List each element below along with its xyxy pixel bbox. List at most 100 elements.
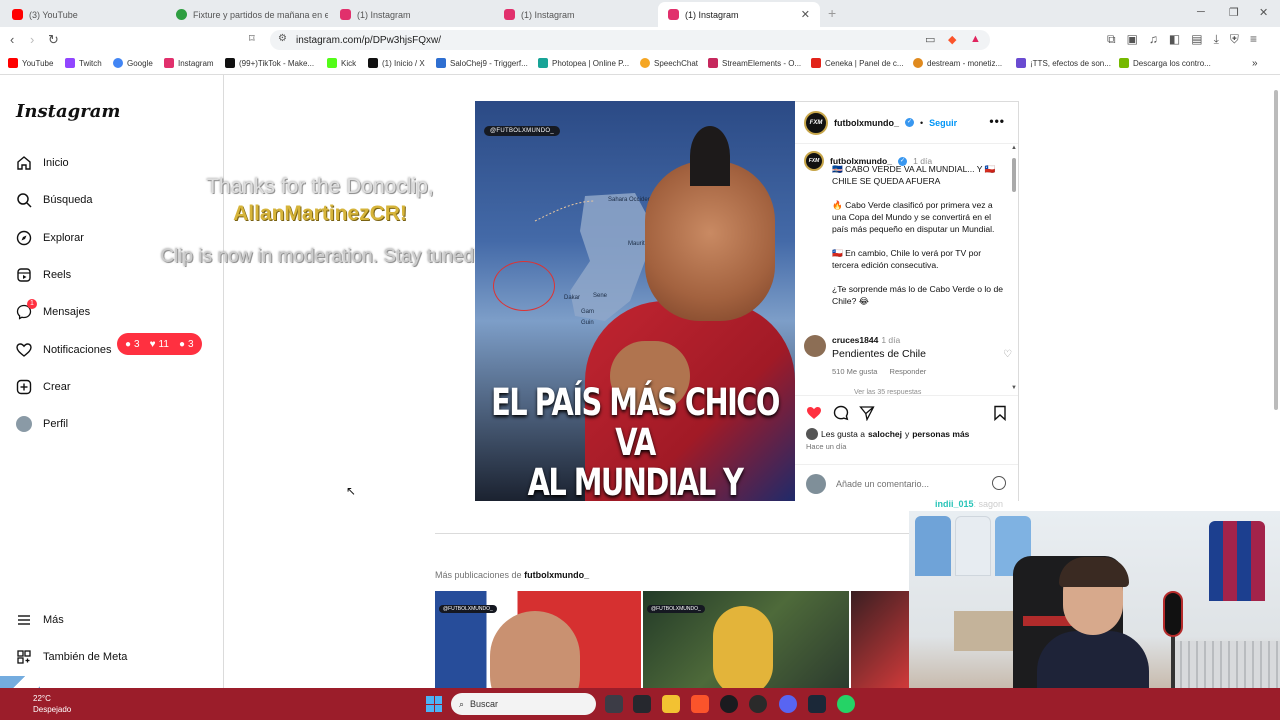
more-post-thumbnail[interactable]: @FUTBOLXMUNDO_ xyxy=(435,591,641,688)
sidebar-item-mensajes[interactable]: 1 Mensajes xyxy=(16,299,90,320)
sidebar-item-mas[interactable]: Más xyxy=(16,612,64,628)
bookmark-nvidia[interactable]: Descarga los contro... xyxy=(1119,58,1211,68)
file-explorer-icon[interactable] xyxy=(662,695,680,713)
bookmark-triggerfyre[interactable]: SaloChej9 - Triggerf... xyxy=(436,58,528,68)
commenter-avatar[interactable] xyxy=(804,335,826,357)
comments-count-value: 3 xyxy=(134,338,140,350)
comment-like-icon[interactable]: ♡ xyxy=(1003,349,1012,360)
wallet-icon[interactable]: ▣ xyxy=(1127,32,1138,47)
save-bookmark-icon[interactable] xyxy=(992,405,1008,421)
discord-icon[interactable] xyxy=(779,695,797,713)
bookmark-photopea[interactable]: Photopea | Online P... xyxy=(538,58,629,68)
bookmark-google[interactable]: Google xyxy=(113,58,153,68)
brave-shield-icon[interactable]: ◆ xyxy=(948,33,956,46)
taskbar-search[interactable]: ⌕ Buscar xyxy=(451,693,596,715)
new-tab-icon[interactable]: + xyxy=(828,5,836,21)
download-icon[interactable]: ⤓ xyxy=(1214,32,1219,47)
bookmark-youtube[interactable]: YouTube xyxy=(8,58,53,68)
bookmarks-overflow-icon[interactable]: » xyxy=(1252,58,1258,69)
bookmark-speechchat[interactable]: SpeechChat xyxy=(640,58,698,68)
sidebar-item-meta[interactable]: También de Meta xyxy=(16,649,127,665)
tab-instagram-2[interactable]: (1) Instagram xyxy=(494,2,656,27)
author-avatar-small[interactable]: FXM xyxy=(804,151,824,171)
tab-youtube[interactable]: (3) YouTube xyxy=(2,2,164,27)
back-icon[interactable]: ‹ xyxy=(10,33,14,46)
cast-icon[interactable]: ▭ xyxy=(925,33,935,46)
bookmark-icon[interactable]: ⌑ xyxy=(249,33,255,46)
forward-icon[interactable]: › xyxy=(30,33,34,46)
comment-icon[interactable] xyxy=(833,405,849,421)
whatsapp-icon[interactable] xyxy=(837,695,855,713)
chat-username: indii_015 xyxy=(935,499,974,509)
extensions-icon[interactable]: ⧉ xyxy=(1107,32,1116,47)
close-tab-icon[interactable]: ✕ xyxy=(801,8,810,21)
more-options-icon[interactable]: ••• xyxy=(989,114,1005,128)
menu-icon[interactable]: ≡ xyxy=(1250,32,1257,47)
site-info-icon[interactable]: ⚙ xyxy=(278,33,287,44)
liked-by-others[interactable]: personas más xyxy=(912,429,969,439)
maximize-icon[interactable]: ❐ xyxy=(1229,6,1239,19)
liked-by-user[interactable]: salochej xyxy=(868,429,902,439)
reply-button[interactable]: Responder xyxy=(890,367,927,376)
page-scrollbar-thumb[interactable] xyxy=(1274,90,1278,410)
sidebar-item-crear[interactable]: Crear xyxy=(16,379,71,395)
bookmark-twitch[interactable]: Twitch xyxy=(65,58,102,68)
more-posts-user[interactable]: futbolxmundo_ xyxy=(524,570,589,580)
author-avatar[interactable]: FXM xyxy=(804,110,828,135)
comment-likes[interactable]: 510 Me gusta xyxy=(832,367,877,376)
tab-instagram-active[interactable]: (1) Instagram ✕ xyxy=(658,2,820,27)
task-view-icon[interactable] xyxy=(605,695,623,713)
sidebar-item-explorar[interactable]: Explorar xyxy=(16,230,84,246)
bookmark-label: Descarga los contro... xyxy=(1133,58,1211,68)
instagram-logo[interactable]: Instagram xyxy=(16,101,120,122)
bookmark-kick[interactable]: Kick xyxy=(327,58,356,68)
sidebar-icon[interactable]: ◧ xyxy=(1169,32,1180,47)
share-icon[interactable] xyxy=(859,405,875,421)
sidebar-item-inicio[interactable]: Inicio xyxy=(16,155,69,171)
brave-browser-icon[interactable] xyxy=(691,695,709,713)
url-field[interactable]: ⚙ instagram.com/p/DPw3hjsFQxw/ ▭ ◆ ▲ xyxy=(270,30,990,50)
sidebar-item-reels[interactable]: Reels xyxy=(16,267,71,283)
brave-rewards-icon[interactable]: ▲ xyxy=(970,33,981,45)
scrollbar-thumb[interactable] xyxy=(1012,158,1016,192)
sidebar-item-perfil[interactable]: Perfil xyxy=(16,416,68,432)
app-icon[interactable] xyxy=(749,695,767,713)
like-heart-icon[interactable] xyxy=(806,405,822,421)
scroll-down-icon[interactable]: ▼ xyxy=(1011,385,1017,391)
weather-widget[interactable]: 22°C Despejado xyxy=(33,693,71,715)
emoji-icon[interactable] xyxy=(992,476,1006,490)
author-username[interactable]: futbolxmundo_ xyxy=(834,118,899,128)
wallet2-icon[interactable]: ▤ xyxy=(1191,32,1202,47)
follow-button[interactable]: Seguir xyxy=(929,118,957,128)
calculator-icon[interactable] xyxy=(633,695,651,713)
scroll-up-icon[interactable]: ▲ xyxy=(1011,145,1017,151)
sidebar-item-notificaciones[interactable]: Notificaciones xyxy=(16,342,111,358)
bookmark-instagram[interactable]: Instagram xyxy=(164,58,214,68)
add-comment-input[interactable]: Añade un comentario... xyxy=(836,479,929,489)
sidebar-item-label: Reels xyxy=(43,269,72,281)
tab-fixture[interactable]: Fixture y partidos de mañana en el F... xyxy=(166,2,328,27)
media-icon[interactable]: ♫ xyxy=(1149,32,1158,47)
bookmark-streamelements[interactable]: StreamElements - O... xyxy=(708,58,801,68)
more-post-thumbnail[interactable] xyxy=(851,591,911,688)
reload-icon[interactable]: ↻ xyxy=(48,33,59,46)
windows-start-icon[interactable] xyxy=(426,696,442,712)
comments-scrollbar[interactable]: ▲ ▼ xyxy=(1011,145,1017,393)
tab-instagram-1[interactable]: (1) Instagram xyxy=(330,2,492,27)
bookmark-x[interactable]: (1) Inicio / X xyxy=(368,58,425,68)
close-window-icon[interactable]: ✕ xyxy=(1259,6,1268,19)
steam-icon[interactable] xyxy=(808,695,826,713)
bookmark-ceneka[interactable]: Ceneka | Panel de c... xyxy=(811,58,904,68)
notifications-summary-pill[interactable]: ● 3 ♥ 11 ● 3 xyxy=(117,333,202,355)
bookmark-tts[interactable]: ¡TTS, efectos de son... xyxy=(1016,58,1111,68)
minimize-icon[interactable]: ─ xyxy=(1197,6,1205,18)
commenter-username[interactable]: cruces1844 1 día xyxy=(832,335,900,345)
obs-icon[interactable] xyxy=(720,695,738,713)
post-image[interactable]: Sahara Occidental Maurit Dakar Sene Gam … xyxy=(475,101,795,501)
more-post-thumbnail[interactable]: @FUTBOLXMUNDO_ xyxy=(643,591,849,688)
sidebar-item-busqueda[interactable]: Búsqueda xyxy=(16,192,93,208)
bookmark-tiktok[interactable]: (99+)TikTok - Make... xyxy=(225,58,314,68)
vpn-icon[interactable]: ⛨ xyxy=(1230,32,1239,47)
bookmark-destream[interactable]: destream - monetiz... xyxy=(913,58,1002,68)
bookmarks-bar: YouTube Twitch Google Instagram (99+)Tik… xyxy=(0,53,1280,75)
